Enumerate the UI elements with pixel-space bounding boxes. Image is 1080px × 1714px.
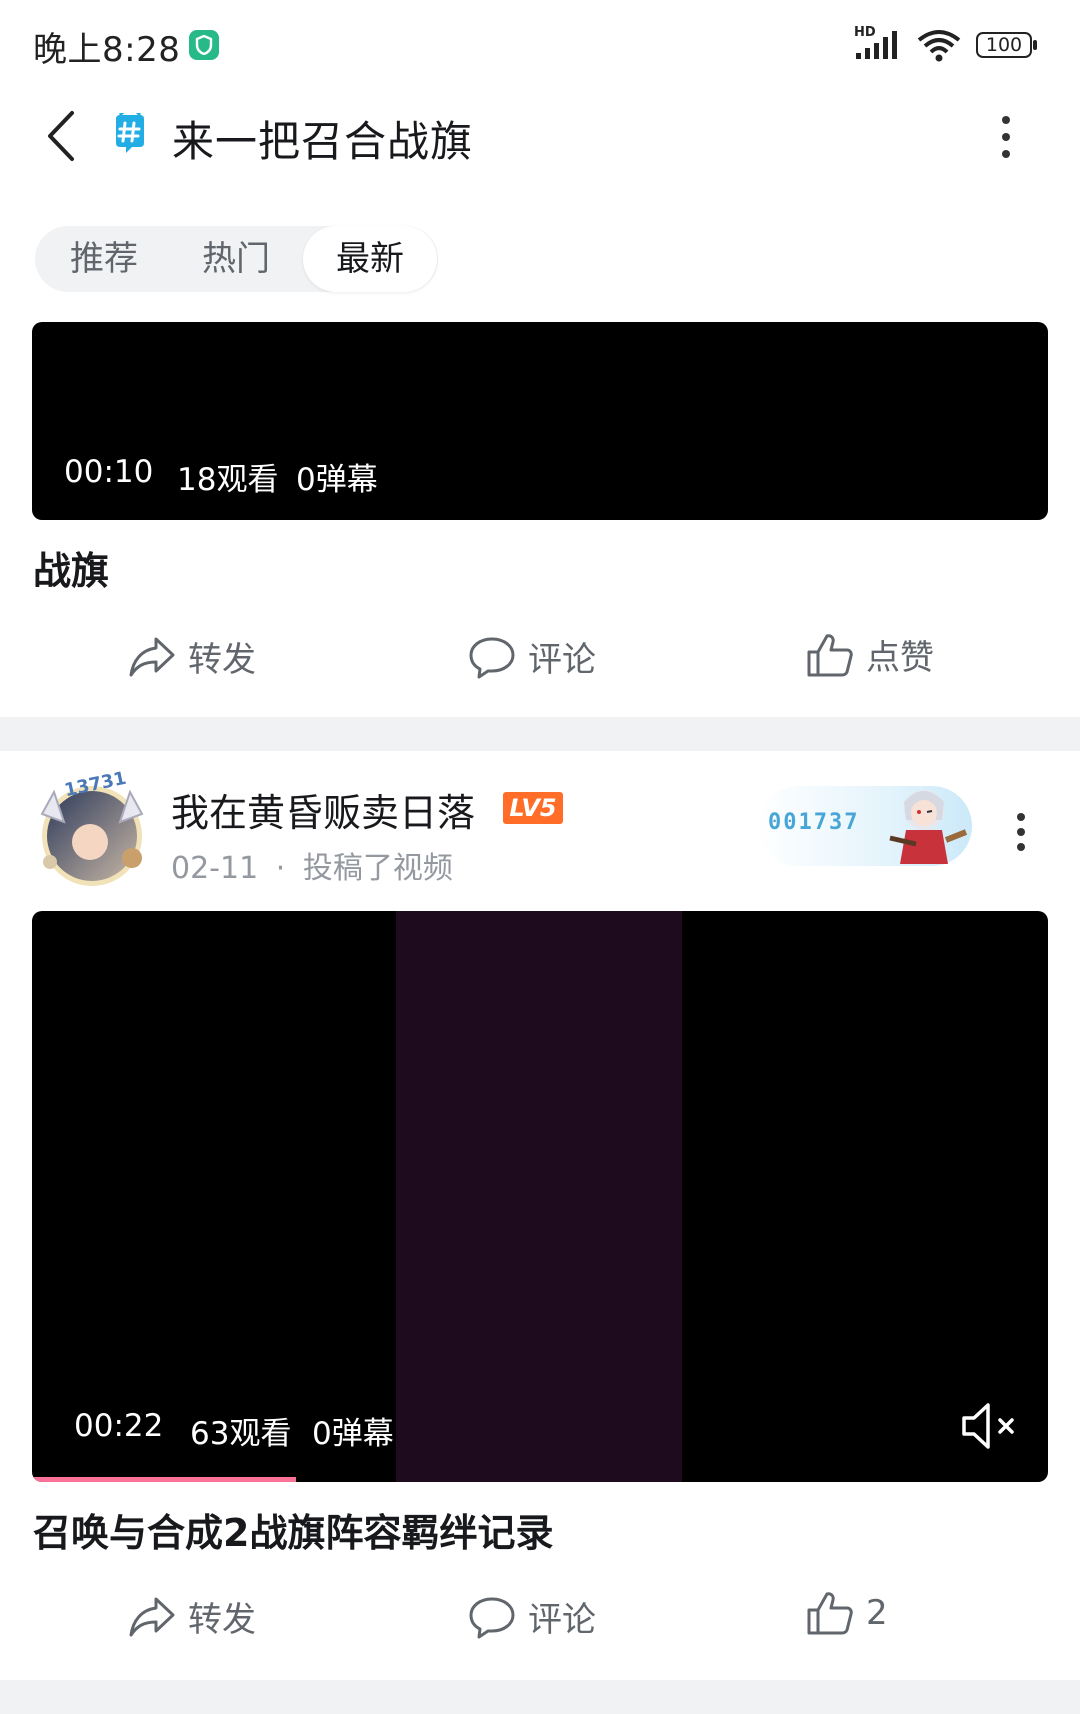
more-options-icon[interactable]	[1000, 115, 1012, 159]
video-frame	[396, 911, 682, 1482]
status-icons: HD 100	[854, 25, 1038, 62]
share-button[interactable]: 转发	[128, 1592, 256, 1641]
topic-hashtag-icon	[116, 113, 144, 153]
video-duration: 00:22	[74, 1408, 164, 1444]
post-title[interactable]: 召唤与合成2战旗阵容羁绊记录	[33, 1502, 553, 1557]
wifi-icon	[917, 30, 961, 62]
tab-recommended[interactable]: 推荐	[37, 226, 171, 292]
share-icon	[129, 637, 175, 676]
fan-number-card[interactable]: 001737	[758, 786, 972, 866]
post-divider	[0, 1680, 1080, 1714]
like-button[interactable]: 2	[806, 1590, 888, 1636]
sort-tabs: 推荐 热门 最新	[35, 226, 438, 292]
post-meta: 02-11 · 投稿了视频	[171, 843, 453, 887]
post-action: 投稿了视频	[302, 851, 453, 886]
comment-label: 评论	[528, 640, 596, 680]
share-button[interactable]: 转发	[128, 632, 256, 681]
like-count: 2	[866, 1593, 888, 1633]
post-title[interactable]: 战旗	[33, 540, 109, 595]
share-icon	[129, 1597, 175, 1636]
video-danmaku: 0弹幕	[296, 462, 378, 498]
meta-separator: ·	[275, 851, 286, 886]
security-shield-icon	[189, 30, 219, 60]
author-avatar[interactable]: 13731	[32, 768, 152, 892]
comment-label: 评论	[528, 1600, 596, 1640]
tab-latest[interactable]: 最新	[303, 226, 437, 292]
signal-icon: HD	[854, 25, 902, 61]
author-name[interactable]: 我在黄昏贩卖日落	[171, 782, 475, 837]
share-label: 转发	[188, 640, 256, 680]
video-danmaku: 0弹幕	[312, 1416, 394, 1452]
fan-number: 001737	[768, 810, 860, 835]
anime-character-illustration	[889, 790, 968, 864]
level-badge: LV5	[503, 792, 563, 824]
comment-icon	[469, 1597, 515, 1638]
video-progress-bar	[32, 1477, 297, 1482]
status-time: 晚上8:28	[33, 30, 181, 70]
video-views: 18观看	[177, 462, 279, 498]
thumbs-up-icon	[807, 1592, 853, 1635]
video-player-2[interactable]: 00:22 63观看 0弹幕	[32, 911, 1048, 1482]
share-label: 转发	[188, 1600, 256, 1640]
thumbs-up-icon	[807, 633, 853, 676]
post-divider	[0, 717, 1080, 751]
like-label: 点赞	[866, 638, 934, 678]
battery-icon: 100	[976, 30, 1038, 60]
comment-icon	[469, 637, 515, 678]
post-more-icon[interactable]	[1015, 812, 1027, 852]
video-duration: 00:10	[64, 454, 154, 490]
post-date: 02-11	[171, 851, 259, 886]
mute-icon[interactable]	[960, 1400, 1022, 1452]
tab-hot[interactable]: 热门	[169, 226, 303, 292]
battery-level: 100	[985, 34, 1023, 56]
video-player-1[interactable]: 00:10 18观看 0弹幕	[32, 322, 1048, 520]
comment-button[interactable]: 评论	[468, 632, 596, 681]
comment-button[interactable]: 评论	[468, 1592, 596, 1641]
like-button[interactable]: 点赞	[806, 630, 934, 679]
back-arrow-icon[interactable]	[44, 110, 78, 162]
video-views: 63观看	[190, 1416, 292, 1452]
page-title: 来一把召合战旗	[172, 117, 474, 166]
